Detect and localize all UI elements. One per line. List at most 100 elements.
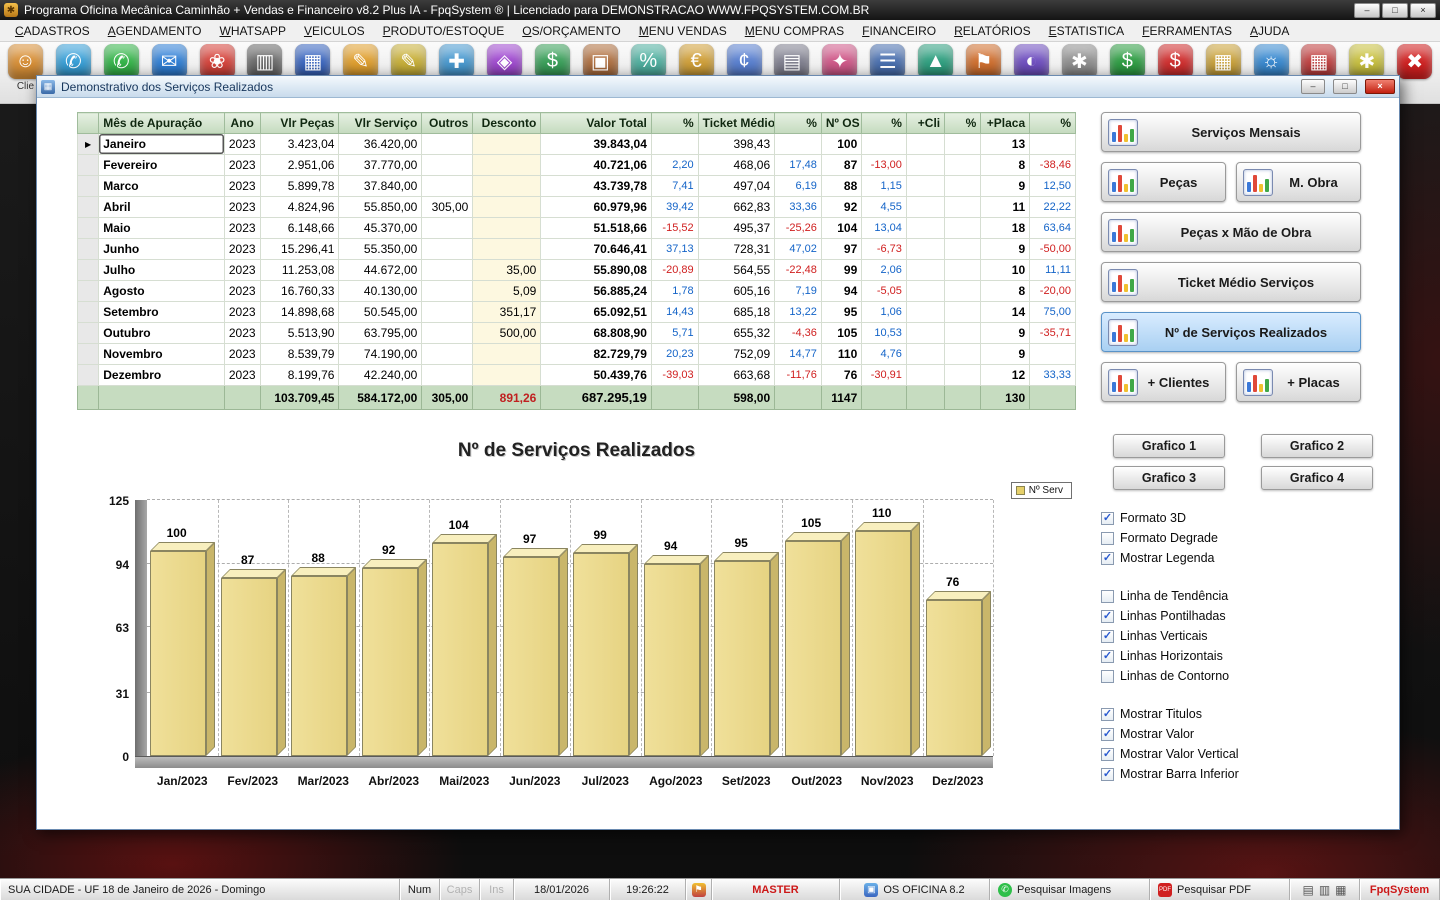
column-header-ticket-m-dio[interactable]: Ticket Médio — [698, 113, 775, 134]
menu-item-financeiro[interactable]: FINANCEIRO — [853, 21, 945, 41]
panel-button-pe-as-x-m-o-de-obra[interactable]: Peças x Mão de Obra — [1101, 212, 1361, 252]
checkbox-linhas-verticais[interactable]: ✓Linhas Verticais — [1101, 626, 1363, 646]
checkbox-formato-degrade[interactable]: Formato Degrade — [1101, 528, 1363, 548]
checkbox-linhas-pontilhadas[interactable]: ✓Linhas Pontilhadas — [1101, 606, 1363, 626]
table-row[interactable]: Julho202311.253,0844.672,0035,0055.890,0… — [78, 260, 1076, 281]
search-images-button[interactable]: ✆ Pesquisar Imagens — [990, 879, 1150, 900]
row-selector[interactable] — [78, 302, 99, 323]
window-close-button[interactable]: × — [1410, 3, 1436, 18]
row-selector[interactable] — [78, 323, 99, 344]
checkbox-mostrar-legenda[interactable]: ✓Mostrar Legenda — [1101, 548, 1363, 568]
row-selector[interactable] — [78, 281, 99, 302]
table-cell: 2,20 — [651, 155, 698, 176]
gridline-vertical — [359, 500, 360, 756]
checkbox-label: Linhas de Contorno — [1120, 669, 1229, 683]
dialog-titlebar[interactable]: ▦ Demonstrativo dos Serviços Realizados … — [37, 76, 1399, 98]
column-header-placa[interactable]: +Placa — [981, 113, 1030, 134]
menu-item-produto-estoque[interactable]: PRODUTO/ESTOQUE — [374, 21, 514, 41]
checkbox-formato-3d[interactable]: ✓Formato 3D — [1101, 508, 1363, 528]
menu-item-ajuda[interactable]: AJUDA — [1241, 21, 1298, 41]
gridline-vertical — [782, 500, 783, 756]
checkbox-linhas-de-contorno[interactable]: Linhas de Contorno — [1101, 666, 1363, 686]
button-grafico-1[interactable]: Grafico 1 — [1113, 434, 1225, 458]
monitor-icon[interactable]: ▦ — [1335, 883, 1346, 897]
checkbox-linha-de-tend-ncia[interactable]: Linha de Tendência — [1101, 586, 1363, 606]
column-header-outros[interactable]: Outros — [422, 113, 473, 134]
panel-button-pe-as[interactable]: Peças — [1101, 162, 1226, 202]
panel-button-ticket-m-dio-servi-os[interactable]: Ticket Médio Serviços — [1101, 262, 1361, 302]
column-header-pct[interactable]: % — [775, 113, 822, 134]
toolbar-sair-icon[interactable]: ✖ — [1394, 44, 1435, 101]
button-grafico-4[interactable]: Grafico 4 — [1261, 466, 1373, 490]
row-selector[interactable] — [78, 239, 99, 260]
row-selector[interactable] — [78, 344, 99, 365]
menu-item-ferramentas[interactable]: FERRAMENTAS — [1133, 21, 1241, 41]
table-row[interactable]: Fevereiro20232.951,0637.770,0040.721,062… — [78, 155, 1076, 176]
window-maximize-button[interactable]: □ — [1382, 3, 1408, 18]
table-row[interactable]: Marco20235.899,7837.840,0043.739,787,414… — [78, 176, 1076, 197]
dialog-minimize-button[interactable]: – — [1301, 79, 1325, 94]
menu-item-whatsapp[interactable]: WHATSAPP — [211, 21, 295, 41]
table-cell — [473, 197, 541, 218]
menu-item-os-or-amento[interactable]: OS/ORÇAMENTO — [513, 21, 629, 41]
column-header-m-s-de-apura-o[interactable]: Mês de Apuração — [99, 113, 224, 134]
row-selector[interactable] — [78, 365, 99, 386]
window-minimize-button[interactable]: – — [1354, 3, 1380, 18]
menu-item-relat-rios[interactable]: RELATÓRIOS — [945, 21, 1039, 41]
table-cell: -30,91 — [862, 365, 907, 386]
table-row[interactable]: Abril20234.824,9655.850,00305,0060.979,9… — [78, 197, 1076, 218]
column-header-pct[interactable]: % — [862, 113, 907, 134]
table-row[interactable]: Outubro20235.513,9063.795,00500,0068.808… — [78, 323, 1076, 344]
table-row[interactable]: Maio20236.148,6645.370,0051.518,66-15,52… — [78, 218, 1076, 239]
button-grafico-3[interactable]: Grafico 3 — [1113, 466, 1225, 490]
checkbox-mostrar-valor-vertical[interactable]: ✓Mostrar Valor Vertical — [1101, 744, 1363, 764]
table-cell: 110 — [821, 344, 861, 365]
table-row[interactable]: ▶Janeiro20233.423,0436.420,0039.843,0439… — [78, 134, 1076, 155]
row-selector[interactable]: ▶ — [78, 134, 99, 155]
table-row[interactable]: Dezembro20238.199,7642.240,0050.439,76-3… — [78, 365, 1076, 386]
menu-item-menu-compras[interactable]: MENU COMPRAS — [736, 21, 853, 41]
totals-cell — [651, 386, 698, 410]
column-header-cli[interactable]: +Cli — [906, 113, 944, 134]
menu-item-menu-vendas[interactable]: MENU VENDAS — [630, 21, 736, 41]
panel-button-placas[interactable]: + Placas — [1236, 362, 1361, 402]
scanner-icon[interactable]: ▥ — [1319, 883, 1330, 897]
menu-item-estatistica[interactable]: ESTATISTICA — [1040, 21, 1134, 41]
column-header-pct[interactable]: % — [945, 113, 981, 134]
row-selector[interactable] — [78, 197, 99, 218]
column-header-vlr-servi-o[interactable]: Vlr Serviço — [339, 113, 422, 134]
panel-button-servi-os-mensais[interactable]: Serviços Mensais — [1101, 112, 1361, 152]
checkbox-mostrar-valor[interactable]: ✓Mostrar Valor — [1101, 724, 1363, 744]
checkbox-mostrar-barra-inferior[interactable]: ✓Mostrar Barra Inferior — [1101, 764, 1363, 784]
panel-button-m-obra[interactable]: M. Obra — [1236, 162, 1361, 202]
row-selector[interactable] — [78, 155, 99, 176]
table-row[interactable]: Setembro202314.898,6850.545,00351,1765.0… — [78, 302, 1076, 323]
column-header-ano[interactable]: Ano — [224, 113, 260, 134]
column-header-vlr-pe-as[interactable]: Vlr Peças — [260, 113, 339, 134]
dialog-close-button[interactable]: × — [1365, 79, 1395, 94]
column-header-valor-total[interactable]: Valor Total — [541, 113, 652, 134]
dialog-maximize-button[interactable]: □ — [1333, 79, 1357, 94]
checkbox-linhas-horizontais[interactable]: ✓Linhas Horizontais — [1101, 646, 1363, 666]
menu-item-agendamento[interactable]: AGENDAMENTO — [99, 21, 211, 41]
row-selector[interactable] — [78, 260, 99, 281]
column-header-pct[interactable]: % — [651, 113, 698, 134]
table-row[interactable]: Novembro20238.539,7974.190,0082.729,7920… — [78, 344, 1076, 365]
column-header-pct[interactable]: % — [1030, 113, 1076, 134]
printer-icon[interactable]: ▤ — [1302, 883, 1313, 897]
panel-button-n-de-servi-os-realizados[interactable]: Nº de Serviços Realizados — [1101, 312, 1361, 352]
table-cell — [906, 239, 944, 260]
table-row[interactable]: Agosto202316.760,3340.130,005,0956.885,2… — [78, 281, 1076, 302]
search-pdf-button[interactable]: PDF Pesquisar PDF — [1150, 879, 1290, 900]
panel-button-clientes[interactable]: + Clientes — [1101, 362, 1226, 402]
row-selector[interactable] — [78, 218, 99, 239]
checkbox-mostrar-titulos[interactable]: ✓Mostrar Titulos — [1101, 704, 1363, 724]
table-row[interactable]: Junho202315.296,4155.350,0070.646,4137,1… — [78, 239, 1076, 260]
column-header-n-os[interactable]: Nº OS — [821, 113, 861, 134]
dialog-demonstrativo: ▦ Demonstrativo dos Serviços Realizados … — [36, 75, 1400, 830]
button-grafico-2[interactable]: Grafico 2 — [1261, 434, 1373, 458]
menu-item-veiculos[interactable]: VEICULOS — [295, 21, 374, 41]
row-selector[interactable] — [78, 176, 99, 197]
menu-item-cadastros[interactable]: CADASTROS — [6, 21, 99, 41]
column-header-desconto[interactable]: Desconto — [473, 113, 541, 134]
